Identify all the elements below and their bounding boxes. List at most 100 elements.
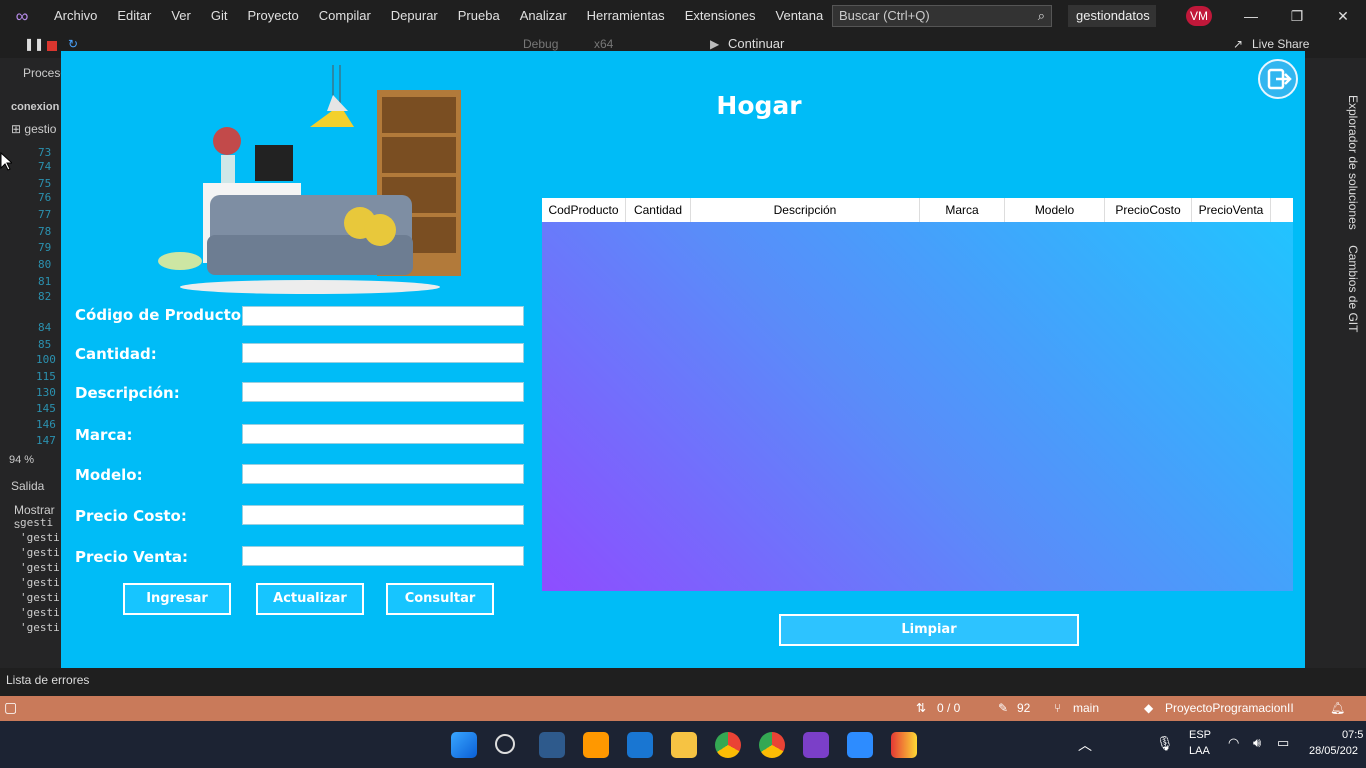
stool bbox=[158, 252, 202, 270]
feedback-icon[interactable]: ▢ bbox=[4, 699, 17, 716]
solution-name[interactable]: gestiondatos bbox=[1068, 5, 1156, 27]
model-input[interactable] bbox=[242, 464, 524, 484]
description-input[interactable] bbox=[242, 382, 524, 402]
products-grid[interactable]: CodProducto Cantidad Descripción Marca M… bbox=[542, 198, 1293, 591]
share-icon[interactable]: ↗ bbox=[1233, 37, 1243, 51]
branch-name[interactable]: main bbox=[1073, 701, 1099, 715]
menu-editar[interactable]: Editar bbox=[107, 0, 161, 32]
label-product-code: Código de Producto: bbox=[75, 306, 248, 324]
repo-name[interactable]: ProyectoProgramacionII bbox=[1165, 701, 1294, 715]
continue-button[interactable]: Continuar bbox=[728, 36, 784, 51]
search-icon[interactable] bbox=[495, 734, 515, 754]
changes-count[interactable]: 0 / 0 bbox=[937, 701, 960, 715]
line-number: 147 bbox=[36, 434, 56, 447]
live-share-button[interactable]: Live Share bbox=[1252, 37, 1309, 51]
notepad-icon[interactable] bbox=[627, 732, 653, 758]
column-header-cantidad[interactable]: Cantidad bbox=[626, 198, 691, 222]
folder-icon[interactable] bbox=[671, 732, 697, 758]
input-language[interactable]: ESP bbox=[1189, 729, 1211, 741]
product-code-input[interactable] bbox=[242, 306, 524, 326]
pencil-icon: ✎ bbox=[998, 701, 1009, 715]
microphone-icon[interactable]: 🎙︎ bbox=[1156, 735, 1174, 752]
clock-time[interactable]: 07:5 bbox=[1342, 729, 1363, 741]
vs-search-box[interactable]: Buscar (Ctrl+Q) ⌕ bbox=[832, 5, 1052, 27]
sale-price-input[interactable] bbox=[242, 546, 524, 566]
insert-button[interactable]: Ingresar bbox=[123, 583, 231, 615]
edits-count[interactable]: 92 bbox=[1017, 701, 1030, 715]
column-header-preciocosto[interactable]: PrecioCosto bbox=[1105, 198, 1192, 222]
clear-button[interactable]: Limpiar bbox=[779, 614, 1079, 646]
menu-ver[interactable]: Ver bbox=[161, 0, 201, 32]
form-title: Hogar bbox=[716, 91, 802, 120]
menu-ventana[interactable]: Ventana bbox=[766, 0, 834, 32]
avatar[interactable]: VM bbox=[1186, 6, 1212, 26]
clock-date[interactable]: 28/05/202 bbox=[1309, 745, 1358, 757]
menu-depurar[interactable]: Depurar bbox=[381, 0, 448, 32]
output-line: gesti bbox=[20, 516, 54, 529]
line-number: 100 bbox=[36, 353, 56, 366]
volume-icon[interactable]: 🔊︎ bbox=[1253, 735, 1261, 751]
brand-input[interactable] bbox=[242, 424, 524, 444]
logout-icon bbox=[1267, 68, 1292, 90]
line-number: 78 bbox=[38, 225, 52, 238]
sublime-icon[interactable] bbox=[583, 732, 609, 758]
visual-studio-icon[interactable] bbox=[803, 732, 829, 758]
stop-icon[interactable] bbox=[47, 41, 57, 51]
column-header-modelo[interactable]: Modelo bbox=[1005, 198, 1105, 222]
error-list-tab[interactable]: Lista de errores bbox=[6, 673, 89, 687]
photos-icon[interactable] bbox=[539, 732, 565, 758]
minimize-icon[interactable]: — bbox=[1228, 0, 1274, 32]
wifi-icon[interactable]: ◠ bbox=[1228, 735, 1239, 751]
zoom-icon[interactable] bbox=[847, 732, 873, 758]
menu-archivo[interactable]: Archivo bbox=[44, 0, 107, 32]
menu-proyecto[interactable]: Proyecto bbox=[237, 0, 308, 32]
form-app-icon[interactable] bbox=[891, 732, 917, 758]
file-tab[interactable]: ⊞ gestio bbox=[11, 122, 56, 136]
chevron-up-icon[interactable]: ︿ bbox=[1078, 735, 1092, 755]
column-header-codproducto[interactable]: CodProducto bbox=[542, 198, 626, 222]
start-icon[interactable] bbox=[451, 732, 477, 758]
grid-header: CodProducto Cantidad Descripción Marca M… bbox=[542, 198, 1293, 222]
play-icon[interactable]: ▶ bbox=[710, 37, 719, 51]
menu-compilar[interactable]: Compilar bbox=[309, 0, 381, 32]
flowers bbox=[213, 127, 241, 155]
vs-left-panels: Proceso conexion ⊞ gestio 73 74 75 76 77… bbox=[0, 58, 67, 668]
menu-herramientas[interactable]: Herramientas bbox=[577, 0, 675, 32]
query-button[interactable]: Consultar bbox=[386, 583, 494, 615]
menu-git[interactable]: Git bbox=[201, 0, 238, 32]
exit-button[interactable] bbox=[1258, 59, 1298, 99]
line-number: 80 bbox=[38, 258, 52, 271]
battery-icon[interactable]: ▭ bbox=[1277, 735, 1289, 751]
close-icon[interactable]: ✕ bbox=[1320, 0, 1366, 32]
repo-icon: ◆ bbox=[1144, 701, 1154, 715]
update-button[interactable]: Actualizar bbox=[256, 583, 364, 615]
menu-prueba[interactable]: Prueba bbox=[448, 0, 510, 32]
chrome-canary-icon[interactable] bbox=[715, 732, 741, 758]
line-number: 74 bbox=[38, 160, 52, 173]
status-bar: ▢ ⇅ 0 / 0 ✎ 92 ⑂ main ◆ ProyectoPrograma… bbox=[0, 696, 1366, 721]
visual-studio-logo-icon[interactable]: ∞ bbox=[0, 0, 44, 32]
tab-git-changes[interactable]: Cambios de GIT bbox=[1346, 245, 1360, 332]
restore-icon[interactable]: ❐ bbox=[1274, 0, 1320, 32]
zoom-level[interactable]: 94 % bbox=[9, 454, 34, 466]
pause-icon[interactable]: ❚❚ bbox=[24, 37, 44, 51]
menu-analizar[interactable]: Analizar bbox=[510, 0, 577, 32]
cost-price-input[interactable] bbox=[242, 505, 524, 525]
output-line: 'gesti bbox=[20, 621, 60, 634]
picture-frame bbox=[255, 145, 293, 181]
line-number: 145 bbox=[36, 402, 56, 415]
restart-icon[interactable]: ↻ bbox=[68, 37, 78, 51]
sync-icon[interactable]: ⇅ bbox=[916, 701, 926, 715]
notification-icon[interactable]: 🔔︎ bbox=[1330, 701, 1345, 715]
chrome-icon[interactable] bbox=[759, 732, 785, 758]
column-header-precioventa[interactable]: PrecioVenta bbox=[1192, 198, 1271, 222]
line-number: 115 bbox=[36, 370, 56, 383]
column-header-descripcion[interactable]: Descripción bbox=[691, 198, 920, 222]
platform-dropdown[interactable]: x64 bbox=[594, 37, 613, 51]
quantity-input[interactable] bbox=[242, 343, 524, 363]
column-header-marca[interactable]: Marca bbox=[920, 198, 1005, 222]
mouse-cursor-icon bbox=[0, 152, 12, 171]
menu-extensiones[interactable]: Extensiones bbox=[675, 0, 766, 32]
config-dropdown[interactable]: Debug bbox=[523, 37, 558, 51]
keyboard-layout[interactable]: LAA bbox=[1189, 745, 1210, 757]
